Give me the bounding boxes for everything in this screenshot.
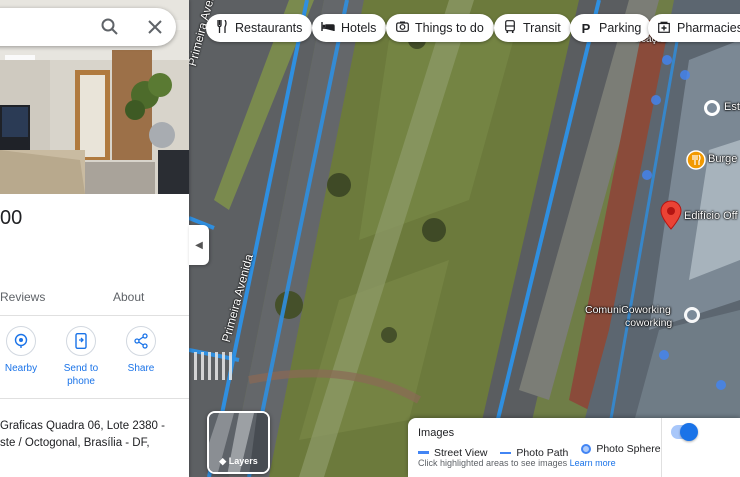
place-tabs: Reviews About — [0, 282, 189, 316]
share-button[interactable]: Share — [114, 326, 168, 375]
layers-label: Layers — [228, 456, 258, 466]
panel-divider — [0, 398, 189, 399]
satellite-map[interactable]: Primeira Avenida Primeira Avenida ficaçã… — [189, 0, 740, 477]
marker-comunicoworking-sublabel: coworking — [625, 317, 673, 329]
images-legend-title: Images — [418, 427, 455, 439]
nearby-label: Nearby — [4, 363, 38, 374]
building-pin-icon — [704, 100, 720, 116]
share-icon — [126, 326, 156, 356]
learn-more-link[interactable]: Learn more — [570, 458, 616, 468]
legend-photo-sphere: Photo Sphere — [581, 443, 661, 455]
layers-label-row: ◆ Layers — [209, 456, 268, 467]
send-to-phone-button[interactable]: Send to phone — [54, 326, 108, 388]
share-label: Share — [127, 363, 155, 374]
map-imagery — [189, 0, 740, 477]
legend-street-view-label: Street View — [434, 446, 488, 459]
send-to-phone-label: Send to phone — [54, 362, 108, 388]
images-legend-hint: Click highlighted areas to see images Le… — [418, 458, 616, 468]
parking-icon: P — [581, 20, 591, 36]
collapse-panel-button[interactable]: ◀ — [189, 225, 209, 265]
images-legend-items: Street View Photo Path Photo Sphere — [418, 443, 671, 459]
place-panel: 00 Reviews About Nearby Send to phone Sh… — [0, 0, 189, 477]
images-legend: Images Street View Photo Path Photo Sphe… — [408, 418, 740, 477]
nearby-button[interactable]: Nearby — [0, 326, 48, 375]
address-line-1: Graficas Quadra 06, Lote 2380 - — [0, 420, 165, 432]
toggle-knob — [680, 423, 698, 441]
red-pin-icon — [660, 200, 682, 230]
maps-app: Primeira Avenida Primeira Avenida ficaçã… — [0, 0, 740, 477]
chip-things-to-do-label: Things to do — [415, 21, 484, 35]
place-address[interactable]: Graficas Quadra 06, Lote 2380 - ste / Oc… — [0, 418, 189, 452]
chip-parking-label: Parking — [599, 21, 642, 35]
marker-burger[interactable]: Burge — [686, 150, 737, 175]
images-legend-hint-text: Click highlighted areas to see images — [418, 458, 568, 468]
marker-burger-label: Burge — [708, 153, 738, 165]
search-icon — [101, 18, 118, 35]
coworking-pin-icon — [684, 307, 700, 323]
place-title: 00 — [0, 207, 23, 229]
chip-transit-label: Transit — [523, 21, 561, 35]
layers-button[interactable]: ◆ Layers — [207, 411, 270, 474]
close-icon — [148, 20, 162, 34]
nearby-icon — [6, 326, 36, 356]
bed-icon — [321, 21, 335, 35]
marker-est-label: Est — [724, 101, 740, 113]
photo-path-dashed-icon — [500, 452, 512, 454]
chip-pharmacies[interactable]: Pharmacies — [648, 14, 740, 42]
chip-things-to-do[interactable]: Things to do — [386, 14, 494, 42]
pharmacy-icon — [657, 21, 671, 36]
place-photo[interactable] — [0, 0, 189, 194]
images-legend-divider — [661, 418, 662, 477]
camera-icon — [395, 21, 409, 35]
bus-icon — [503, 20, 517, 36]
street-view-line-icon — [418, 451, 429, 454]
chip-parking[interactable]: P Parking — [570, 14, 652, 42]
send-to-phone-label-line2: phone — [67, 376, 95, 387]
marker-est[interactable]: Est — [702, 98, 740, 123]
chip-transit[interactable]: Transit — [494, 14, 571, 42]
chip-restaurants[interactable]: Restaurants — [206, 14, 313, 42]
chip-hotels[interactable]: Hotels — [312, 14, 387, 42]
marker-comunicoworking-label: ComuniCoworking — [585, 304, 671, 316]
chip-pharmacies-label: Pharmacies — [677, 21, 740, 35]
search-button[interactable] — [100, 17, 120, 37]
send-to-phone-icon — [66, 326, 96, 356]
tab-about[interactable]: About — [113, 290, 144, 304]
chip-hotels-label: Hotels — [341, 21, 377, 35]
images-layer-toggle[interactable] — [671, 423, 698, 441]
close-search-button[interactable] — [145, 17, 165, 37]
place-actions: Nearby Send to phone Share — [0, 326, 189, 396]
chip-restaurants-label: Restaurants — [235, 21, 303, 35]
marker-edificio-label: Edifício Off — [684, 210, 738, 222]
legend-street-view: Street View — [418, 447, 488, 459]
restaurant-pin-icon — [686, 150, 706, 170]
photo-sphere-dot-icon — [581, 444, 592, 454]
tab-reviews[interactable]: Reviews — [0, 290, 45, 304]
fork-knife-icon — [215, 19, 229, 36]
send-to-phone-label-line1: Send to — [63, 363, 99, 374]
legend-photo-sphere-label: Photo Sphere — [596, 443, 661, 455]
address-line-2: ste / Octogonal, Brasília - DF, — [0, 437, 150, 449]
layers-icon: ◆ — [219, 456, 227, 466]
chevron-left-icon: ◀ — [195, 239, 203, 251]
search-bar[interactable] — [0, 8, 176, 46]
marker-edificio[interactable]: Edifício Off — [660, 200, 738, 235]
